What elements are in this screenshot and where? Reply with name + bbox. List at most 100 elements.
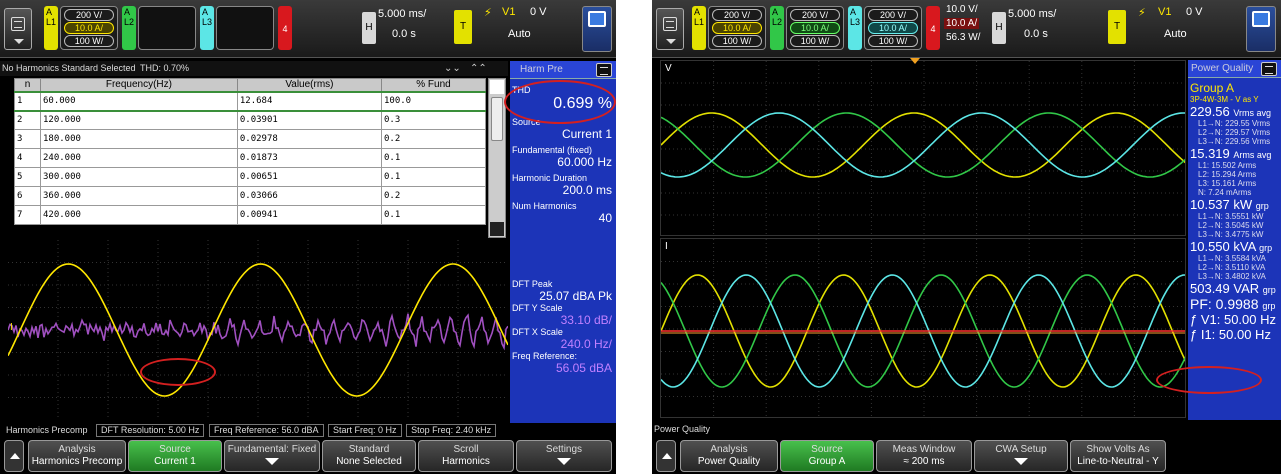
softkey-fundamental[interactable]: Fundamental: Fixed bbox=[224, 440, 320, 472]
softkey-analysis[interactable]: Analysis Harmonics Precomp bbox=[28, 440, 126, 472]
softkey-back-button[interactable] bbox=[4, 440, 24, 472]
reactive-power: 503.49 VAR grp bbox=[1188, 281, 1281, 296]
collapse-up-icon[interactable]: ⌃⌃ bbox=[470, 61, 487, 76]
main-menu-button[interactable] bbox=[4, 8, 32, 50]
softkey-source[interactable]: Source Group A bbox=[780, 440, 874, 472]
table-cell: 2 bbox=[14, 110, 41, 130]
collapse-down-icon[interactable]: ⌄⌄ bbox=[444, 61, 461, 76]
trigger-mode: Auto bbox=[1164, 28, 1187, 40]
table-row[interactable]: 7 420.000 0.00941 0.1 bbox=[14, 205, 487, 225]
main-menu-button[interactable] bbox=[656, 8, 684, 50]
kw-l3: L3→N: 3.4775 kW bbox=[1198, 230, 1264, 239]
table-cell: 420.000 bbox=[40, 205, 238, 225]
num-harmonics-label: Num Harmonics bbox=[512, 201, 577, 211]
table-cell: 1 bbox=[14, 90, 41, 112]
channel-3-chip[interactable]: A L3 bbox=[200, 6, 214, 50]
table-row[interactable]: 1 60.000 12.684 100.0 bbox=[14, 90, 487, 112]
top-channel-bar: A L1 200 V/ 10.0 A/ 100 W/ A L2 A L3 4 H 5.… bbox=[0, 0, 616, 58]
dft-waveform-plot[interactable] bbox=[8, 240, 508, 420]
amp-scale: 10.0 A/ bbox=[712, 22, 762, 34]
channel-4-chip[interactable]: 4 bbox=[278, 6, 292, 50]
harmonics-table[interactable]: n Frequency(Hz) Value(rms)% Fund 1 60.000 12… bbox=[14, 78, 487, 225]
table-cell: 0.2 bbox=[380, 129, 487, 149]
channel-1-chip[interactable]: A L1 bbox=[692, 6, 706, 50]
channel-4-chip[interactable]: 4 bbox=[926, 6, 940, 50]
softkey-source[interactable]: Source Current 1 bbox=[128, 440, 222, 472]
delay-value: 0.0 s bbox=[1024, 28, 1048, 40]
trigger-button[interactable]: T bbox=[1108, 10, 1126, 44]
dft-spectrum-trace bbox=[8, 313, 508, 351]
channel-2-chip[interactable]: A L2 bbox=[122, 6, 136, 50]
waveform-svg bbox=[8, 240, 508, 420]
table-cell: 360.000 bbox=[40, 186, 238, 206]
channel-3-scale[interactable]: 200 V/ 10.0 A/ 100 W/ bbox=[864, 6, 922, 50]
start-freq: Start Freq: 0 Hz bbox=[328, 424, 402, 437]
table-cell: 300.000 bbox=[40, 167, 238, 187]
analysis-title: Power Quality bbox=[654, 424, 711, 434]
chip-label: A bbox=[850, 7, 857, 17]
kw-l1: L1→N: 3.5551 kW bbox=[1198, 212, 1264, 221]
panel-menu-icon[interactable] bbox=[596, 63, 612, 77]
softkey-standard[interactable]: Standard None Selected bbox=[322, 440, 416, 472]
chip-label: L2 bbox=[124, 17, 135, 27]
trigger-button[interactable]: T bbox=[454, 10, 472, 44]
vrms-value: 229.56 bbox=[1190, 104, 1230, 119]
softkey-cwa-setup[interactable]: CWA Setup bbox=[974, 440, 1068, 472]
horizontal-button[interactable]: H bbox=[992, 12, 1006, 44]
dft-resolution: DFT Resolution: 5.00 Hz bbox=[96, 424, 205, 437]
kva-l2: L2→N: 3.5110 kVA bbox=[1198, 263, 1266, 272]
softkey-label: Settings bbox=[545, 444, 583, 455]
side-panel-header: Harm Pre bbox=[510, 61, 616, 79]
table-row[interactable]: 6 360.000 0.03066 0.2 bbox=[14, 186, 487, 206]
channel-2-chip[interactable]: A L2 bbox=[770, 6, 784, 50]
scope-power-quality-screen: A L1 200 V/ 10.0 A/ 100 W/ A L2 200 V/ 10.… bbox=[652, 0, 1281, 474]
softkey-analysis[interactable]: Analysis Power Quality bbox=[680, 440, 778, 472]
channel-2-scale[interactable] bbox=[138, 6, 196, 50]
table-cell: 0.01873 bbox=[236, 148, 382, 168]
channel-1-chip[interactable]: A L1 bbox=[44, 6, 58, 50]
current-plot-label: I bbox=[665, 241, 668, 252]
softkey-meas-window[interactable]: Meas Window ≈ 200 ms bbox=[876, 440, 972, 472]
dft-peak-value: 25.07 dBA Pk bbox=[539, 289, 612, 303]
chip-label: L2 bbox=[772, 17, 783, 27]
vrms-l2: L2→N: 229.57 Vrms bbox=[1198, 128, 1271, 137]
table-row[interactable]: 5 300.000 0.00651 0.1 bbox=[14, 167, 487, 187]
current-waveform-plot[interactable]: I bbox=[660, 238, 1186, 418]
horizontal-button[interactable]: H bbox=[362, 12, 376, 44]
softkey-label: Source bbox=[811, 444, 843, 455]
channel-3-scale[interactable] bbox=[216, 6, 274, 50]
channel-1-scale[interactable]: 200 V/ 10.0 A/ 100 W/ bbox=[60, 6, 118, 50]
softkey-label: Analysis bbox=[58, 444, 96, 455]
table-cell: 7 bbox=[14, 205, 41, 225]
table-row[interactable]: 2 120.000 0.03901 0.3 bbox=[14, 110, 487, 130]
voltage-waveform-plot[interactable]: V bbox=[660, 60, 1186, 236]
var-unit: grp bbox=[1262, 285, 1276, 295]
scroll-down-icon[interactable] bbox=[490, 222, 504, 236]
num-harmonics-value: 40 bbox=[598, 211, 612, 225]
softkey-bar: Analysis Power Quality Source Group A Meas… bbox=[652, 437, 1281, 474]
table-row[interactable]: 3 180.000 0.02978 0.2 bbox=[14, 129, 487, 149]
scroll-thumb[interactable] bbox=[491, 97, 503, 141]
scroll-up-icon[interactable] bbox=[490, 80, 504, 94]
softkey-settings[interactable]: Settings bbox=[516, 440, 612, 472]
top-channel-bar: A L1 200 V/ 10.0 A/ 100 W/ A L2 200 V/ 10.… bbox=[652, 0, 1281, 58]
softkey-show-volts[interactable]: Show Volts As Line-to-Neutral - Y bbox=[1070, 440, 1166, 472]
table-cell: 100.0 bbox=[380, 90, 487, 112]
display-toggle-button[interactable] bbox=[582, 6, 612, 52]
channel-2-scale[interactable]: 200 V/ 10.0 A/ 100 W/ bbox=[786, 6, 844, 50]
peak-highlight-ellipse bbox=[140, 358, 216, 386]
channel-3-chip[interactable]: A L3 bbox=[848, 6, 862, 50]
channel-1-scale[interactable]: 200 V/ 10.0 A/ 100 W/ bbox=[708, 6, 766, 50]
table-cell: 4 bbox=[14, 148, 41, 168]
table-row[interactable]: 4 240.000 0.01873 0.1 bbox=[14, 148, 487, 168]
softkey-back-button[interactable] bbox=[656, 440, 676, 472]
harmonics-table-panel: No Harmonics Standard Selected THD: 0.70… bbox=[0, 61, 508, 239]
current-frequency: ƒ I1: 50.00 Hz bbox=[1190, 327, 1271, 342]
table-cell: 6 bbox=[14, 186, 41, 206]
arrow-down-icon bbox=[1014, 458, 1028, 465]
panel-menu-icon[interactable] bbox=[1261, 62, 1277, 76]
softkey-scroll[interactable]: Scroll Harmonics bbox=[418, 440, 514, 472]
chevron-down-icon bbox=[14, 39, 24, 44]
display-toggle-button[interactable] bbox=[1246, 6, 1276, 52]
chip-label: A bbox=[46, 7, 53, 17]
